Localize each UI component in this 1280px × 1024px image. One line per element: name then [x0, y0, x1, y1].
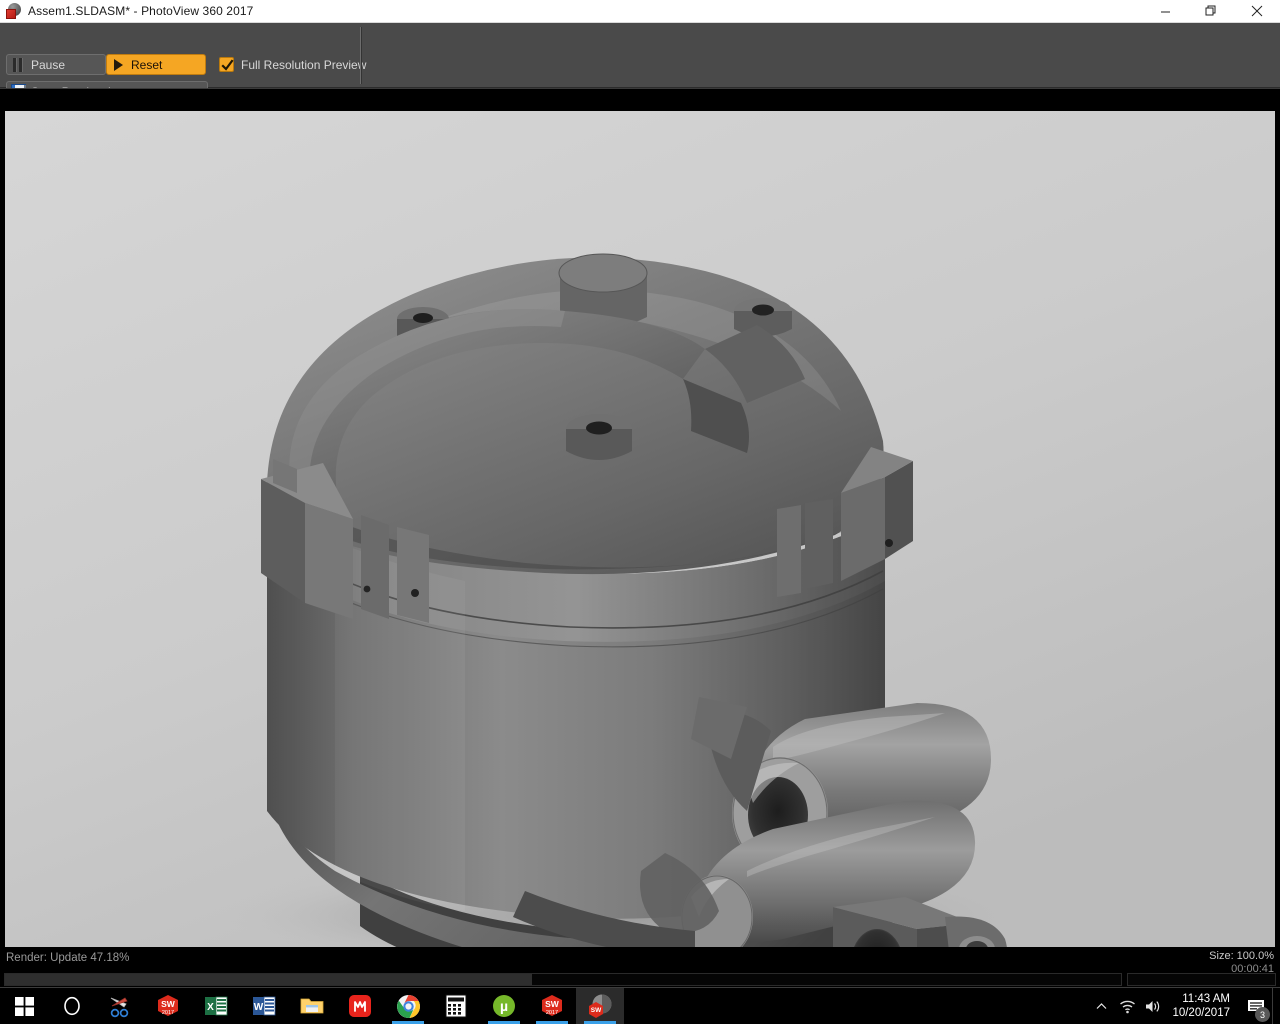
- window-title: Assem1.SLDASM* - PhotoView 360 2017: [28, 4, 254, 18]
- svg-text:SW: SW: [591, 1007, 602, 1014]
- render-progress-fill: [5, 974, 532, 985]
- solidworks-icon[interactable]: SW 2017: [144, 988, 192, 1024]
- windows-taskbar: SW 2017 X W µ SW 2017 SW 11:43 AM 10/20/…: [0, 988, 1280, 1024]
- minimize-icon[interactable]: [1142, 0, 1188, 23]
- svg-text:µ: µ: [500, 998, 508, 1014]
- rendered-image: [5, 111, 1275, 947]
- svg-text:2017: 2017: [162, 1010, 174, 1016]
- pause-button-label: Pause: [31, 57, 66, 72]
- utorrent-icon[interactable]: µ: [480, 988, 528, 1024]
- photoview-taskbar-button[interactable]: SW: [576, 988, 624, 1024]
- show-desktop-button[interactable]: [1272, 988, 1278, 1024]
- calculator-icon[interactable]: [432, 988, 480, 1024]
- word-icon[interactable]: W: [240, 988, 288, 1024]
- full-resolution-preview-label: Full Resolution Preview: [241, 57, 367, 72]
- cortana-search-button[interactable]: [48, 988, 96, 1024]
- render-secondary-progress-bar: [1127, 973, 1276, 986]
- speaker-icon[interactable]: [1140, 988, 1166, 1024]
- checkbox-checked-icon: [219, 57, 234, 72]
- render-letterbox: [5, 92, 1275, 947]
- window-controls: [1142, 0, 1280, 23]
- play-icon: [107, 55, 129, 74]
- chevron-up-icon[interactable]: [1088, 988, 1114, 1024]
- full-resolution-preview-checkbox[interactable]: Full Resolution Preview: [219, 54, 366, 75]
- svg-text:W: W: [254, 1002, 264, 1013]
- excel-icon[interactable]: X: [192, 988, 240, 1024]
- snipping-tool-icon[interactable]: [96, 988, 144, 1024]
- taskbar-clock[interactable]: 11:43 AM 10/20/2017: [1166, 988, 1240, 1024]
- chrome-icon[interactable]: [384, 988, 432, 1024]
- svg-text:SW: SW: [545, 999, 560, 1009]
- render-toolbar: Pause Reset Save Preview Image Full Reso…: [0, 23, 1280, 102]
- render-status-bar: Render: Update 47.18% Size: 100.0% 00:00…: [0, 948, 1280, 988]
- folder-icon[interactable]: [288, 988, 336, 1024]
- mastercam-icon[interactable]: [336, 988, 384, 1024]
- clock-time: 11:43 AM: [1182, 993, 1230, 1005]
- render-progress-bar: [4, 973, 1122, 986]
- wifi-icon[interactable]: [1114, 988, 1140, 1024]
- pause-button[interactable]: Pause: [6, 54, 106, 75]
- system-tray: 11:43 AM 10/20/2017 3: [1088, 988, 1280, 1024]
- restore-icon[interactable]: [1188, 0, 1234, 23]
- notification-count-badge: 3: [1255, 1007, 1270, 1022]
- photoview-window: Assem1.SLDASM* - PhotoView 360 2017 Paus…: [0, 0, 1280, 1024]
- render-size-label: Size: 100.0%: [1209, 950, 1274, 962]
- svg-text:X: X: [207, 1002, 214, 1013]
- photoview-app-icon: [6, 3, 22, 19]
- close-icon[interactable]: [1234, 0, 1280, 23]
- render-viewport[interactable]: [0, 88, 1280, 948]
- action-center-icon[interactable]: 3: [1240, 988, 1272, 1024]
- clock-date: 10/20/2017: [1172, 1007, 1230, 1019]
- solidworks-running-icon[interactable]: SW 2017: [528, 988, 576, 1024]
- render-progress-text: Render: Update 47.18%: [6, 952, 130, 964]
- svg-text:SW: SW: [161, 999, 176, 1009]
- pause-icon: [7, 55, 29, 74]
- pressure-vessel-assembly-render: [5, 111, 1275, 947]
- toolbar-divider-shadow: [361, 27, 362, 84]
- start-button[interactable]: [0, 988, 48, 1024]
- reset-button[interactable]: Reset: [106, 54, 206, 75]
- svg-text:2017: 2017: [546, 1010, 558, 1016]
- reset-button-label: Reset: [131, 57, 163, 72]
- title-bar: Assem1.SLDASM* - PhotoView 360 2017: [0, 0, 1280, 23]
